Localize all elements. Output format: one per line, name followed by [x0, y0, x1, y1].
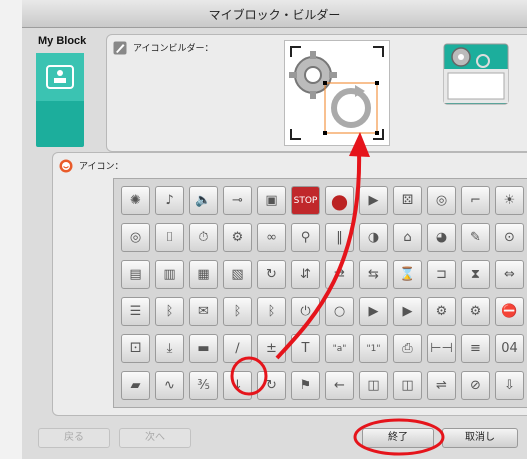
- waveform-icon[interactable]: ‖: [325, 223, 354, 252]
- lamp-icon[interactable]: ▣: [257, 186, 286, 215]
- dice-icon[interactable]: ⚄: [393, 186, 422, 215]
- equals-icon[interactable]: ≡: [461, 334, 490, 363]
- box-stack-icon[interactable]: ▦: [189, 260, 218, 289]
- quote-a-icon[interactable]: "a": [325, 334, 354, 363]
- icon-builder-panel: アイコンビルダー：: [106, 34, 527, 152]
- icon-builder-label: アイコンビルダー：: [133, 44, 214, 54]
- my-block-sidebar: My Block: [22, 27, 88, 155]
- stop-sign-icon[interactable]: STOP: [291, 186, 320, 215]
- forbidden-icon[interactable]: ⊘: [461, 371, 490, 400]
- waveform-b-icon[interactable]: ∿: [155, 371, 184, 400]
- arrows-a-icon[interactable]: ⇄: [325, 260, 354, 289]
- connector-icon[interactable]: ⊐: [427, 260, 456, 289]
- hourglass-icon[interactable]: ⌛: [393, 260, 422, 289]
- gear-pair-icon[interactable]: ⚙: [427, 297, 456, 326]
- range-icon[interactable]: ⊢⊣: [427, 334, 456, 363]
- sun-icon[interactable]: ☀: [495, 186, 524, 215]
- plus-minus-icon[interactable]: ±: [257, 334, 286, 363]
- cycle-icon[interactable]: ↻: [257, 260, 286, 289]
- lantern-b-icon[interactable]: ◫: [393, 371, 422, 400]
- eye-icon[interactable]: ⊙: [495, 223, 524, 252]
- pencil-icon: [113, 41, 127, 55]
- compass-icon[interactable]: ◕: [427, 223, 456, 252]
- icon-grid: ✺ ♪ 🔈 ⊸ ▣ STOP ● ▶ ⚄ ◎ ⌐ ☀ ◎ ⌷ ⏱ ⚙ ∞ ⚲ ‖ ◑ ⌂ ◕ ✎ ⊙ ▤ ▥ ▦ ▧ ↻ ⇵ ⇄ ⇆ ⌛ ⊐ ⧗ ⇔ ☰…: [113, 178, 527, 408]
- icon-canvas[interactable]: [284, 40, 390, 146]
- camera-icon[interactable]: ◎: [427, 186, 456, 215]
- number-icon[interactable]: 04: [495, 334, 524, 363]
- my-block-builder-window: マイブロック・ビルダー My Block アイコンビルダー： アイコン： ✺ ♪…: [22, 0, 527, 459]
- flashlight-icon[interactable]: ⊸: [223, 186, 252, 215]
- gear-chain-icon[interactable]: ∞: [257, 223, 286, 252]
- music-note-icon[interactable]: ♪: [155, 186, 184, 215]
- gear-stop-icon[interactable]: ⛔: [495, 297, 524, 326]
- user-block-icon: [46, 65, 74, 89]
- box-icon[interactable]: ▤: [121, 260, 150, 289]
- target-icon[interactable]: ◎: [121, 223, 150, 252]
- window-title: マイブロック・ビルダー: [208, 8, 341, 22]
- folder-icon[interactable]: ▰: [121, 371, 150, 400]
- gear-plus-icon[interactable]: ⚙: [461, 297, 490, 326]
- envelope-icon[interactable]: ✉: [189, 297, 218, 326]
- download-icon[interactable]: ⤓: [155, 334, 184, 363]
- my-block-icon[interactable]: [36, 53, 84, 147]
- pencil-icon[interactable]: ✎: [461, 223, 490, 252]
- swap-icon[interactable]: ⇔: [495, 260, 524, 289]
- math-icon[interactable]: ∕: [223, 334, 252, 363]
- smiley-icon: [59, 159, 73, 173]
- canvas-loop-icon[interactable]: [285, 41, 389, 145]
- my-block-label: My Block: [38, 35, 87, 47]
- quote-b-icon[interactable]: "1": [359, 334, 388, 363]
- gear-play-icon[interactable]: ▶: [393, 297, 422, 326]
- cancel-button[interactable]: 取消し: [442, 428, 518, 448]
- sand-timer-icon[interactable]: ⧗: [461, 260, 490, 289]
- icons-label: アイコン：: [79, 162, 124, 172]
- bluetooth-icon[interactable]: ᛒ: [155, 297, 184, 326]
- icons-panel: アイコン： ✺ ♪ 🔈 ⊸ ▣ STOP ● ▶ ⚄ ◎ ⌐ ☀ ◎ ⌷ ⏱ ⚙ ∞ ⚲ ‖ ◑ ⌂ ◕ ✎ ⊙ ▤ ▥ ▦ ▧ ↻ ⇵ ⇄…: [52, 152, 527, 416]
- gears-icon[interactable]: ⚙: [223, 223, 252, 252]
- gear-icon[interactable]: ✺: [121, 186, 150, 215]
- linked-boxes-icon[interactable]: ▥: [155, 260, 184, 289]
- text-icon[interactable]: T: [291, 334, 320, 363]
- next-button[interactable]: 次へ: [119, 428, 191, 448]
- arrow-down-icon[interactable]: ↓: [223, 371, 252, 400]
- arrows-b-icon[interactable]: ⇆: [359, 260, 388, 289]
- hair-dryer-icon[interactable]: ⌐: [461, 186, 490, 215]
- speaker-icon[interactable]: 🔈: [189, 186, 218, 215]
- lantern-icon[interactable]: ◫: [359, 371, 388, 400]
- back-button[interactable]: 戻る: [38, 428, 110, 448]
- gear-arrow-icon[interactable]: ▶: [359, 297, 388, 326]
- arrow-left-icon[interactable]: ←: [325, 371, 354, 400]
- satellite-dish-icon[interactable]: ◑: [359, 223, 388, 252]
- cube-icon[interactable]: ▧: [223, 260, 252, 289]
- clipboard-icon[interactable]: ☰: [121, 297, 150, 326]
- red-dot-icon[interactable]: ●: [325, 186, 354, 215]
- bracket-icon[interactable]: ⇌: [427, 371, 456, 400]
- stopwatch-icon[interactable]: ⏱: [189, 223, 218, 252]
- flag-icon[interactable]: ⚑: [291, 371, 320, 400]
- printer-icon[interactable]: ⎙: [393, 334, 422, 363]
- antenna-icon[interactable]: ⚲: [291, 223, 320, 252]
- thermometer-icon[interactable]: ⌷: [155, 223, 184, 252]
- finish-button[interactable]: 終了: [362, 428, 434, 448]
- gear-dot-icon[interactable]: ○: [325, 297, 354, 326]
- bluetooth-receive-icon[interactable]: ᛒ: [257, 297, 286, 326]
- fraction-icon[interactable]: ⅗: [189, 371, 218, 400]
- briefcase-icon[interactable]: ▬: [189, 334, 218, 363]
- block-preview-icon: [443, 43, 509, 105]
- radio-icon[interactable]: ⌂: [393, 223, 422, 252]
- bluetooth-send-icon[interactable]: ᛒ: [223, 297, 252, 326]
- loop-icon[interactable]: ↻: [257, 371, 286, 400]
- robot-arm-icon[interactable]: ⇵: [291, 260, 320, 289]
- power-icon[interactable]: ⏻: [291, 297, 320, 326]
- random-dice-icon[interactable]: ⚀: [121, 334, 150, 363]
- play-icon[interactable]: ▶: [359, 186, 388, 215]
- save-icon[interactable]: ⇩: [495, 371, 524, 400]
- title-bar: マイブロック・ビルダー: [22, 0, 527, 28]
